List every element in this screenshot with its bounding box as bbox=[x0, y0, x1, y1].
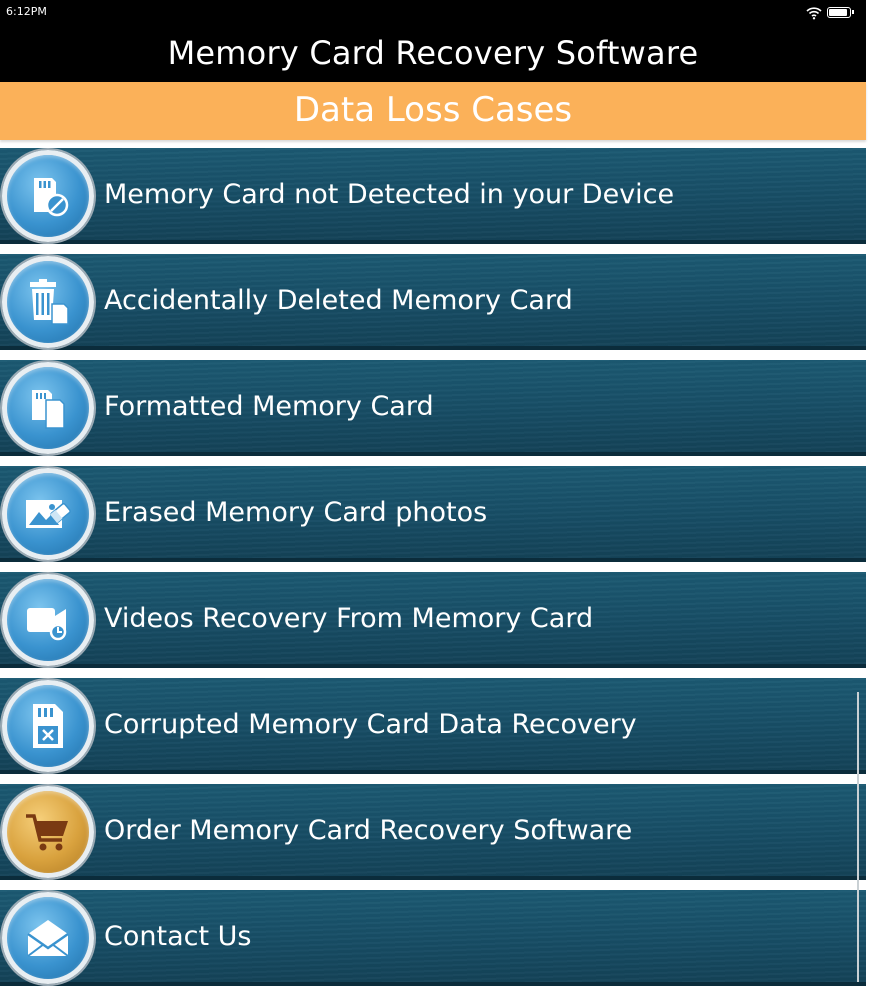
menu-item-label: Memory Card not Detected in your Device bbox=[104, 179, 675, 210]
sd-card-blocked-icon bbox=[2, 150, 94, 242]
app-title-bar: Memory Card Recovery Software bbox=[0, 26, 866, 82]
menu-item-label: Order Memory Card Recovery Software bbox=[104, 815, 633, 846]
section-header: Data Loss Cases bbox=[0, 82, 866, 140]
scrollbar[interactable] bbox=[857, 692, 859, 982]
menu-item-corrupted-recovery[interactable]: Corrupted Memory Card Data Recovery bbox=[0, 678, 866, 774]
menu-item-contact-us[interactable]: Contact Us bbox=[0, 890, 866, 986]
menu-item-formatted[interactable]: Formatted Memory Card bbox=[0, 360, 866, 456]
wifi-icon bbox=[806, 5, 822, 24]
memory-cards-icon bbox=[2, 362, 94, 454]
menu-item-label: Videos Recovery From Memory Card bbox=[104, 603, 594, 634]
app-title: Memory Card Recovery Software bbox=[167, 34, 699, 72]
photo-eraser-icon bbox=[2, 468, 94, 560]
menu-item-label: Formatted Memory Card bbox=[104, 391, 434, 422]
menu-item-not-detected[interactable]: Memory Card not Detected in your Device bbox=[0, 148, 866, 244]
menu-item-label: Contact Us bbox=[104, 921, 252, 952]
menu-item-order-software[interactable]: Order Memory Card Recovery Software bbox=[0, 784, 866, 880]
battery-icon bbox=[827, 7, 854, 18]
menu-item-erased-photos[interactable]: Erased Memory Card photos bbox=[0, 466, 866, 562]
menu-item-label: Erased Memory Card photos bbox=[104, 497, 488, 528]
corrupted-sd-card-icon bbox=[2, 680, 94, 772]
menu-item-label: Accidentally Deleted Memory Card bbox=[104, 285, 573, 316]
menu-item-accidentally-deleted[interactable]: Accidentally Deleted Memory Card bbox=[0, 254, 866, 350]
status-time: 6:12PM bbox=[6, 5, 47, 18]
section-title: Data Loss Cases bbox=[293, 90, 573, 130]
trash-memory-card-icon bbox=[2, 256, 94, 348]
status-bar: 6:12PM bbox=[0, 0, 866, 26]
envelope-icon bbox=[2, 892, 94, 984]
menu-item-videos-recovery[interactable]: Videos Recovery From Memory Card bbox=[0, 572, 866, 668]
shopping-cart-icon bbox=[2, 786, 94, 878]
menu-item-label: Corrupted Memory Card Data Recovery bbox=[104, 709, 637, 740]
video-camera-recover-icon bbox=[2, 574, 94, 666]
